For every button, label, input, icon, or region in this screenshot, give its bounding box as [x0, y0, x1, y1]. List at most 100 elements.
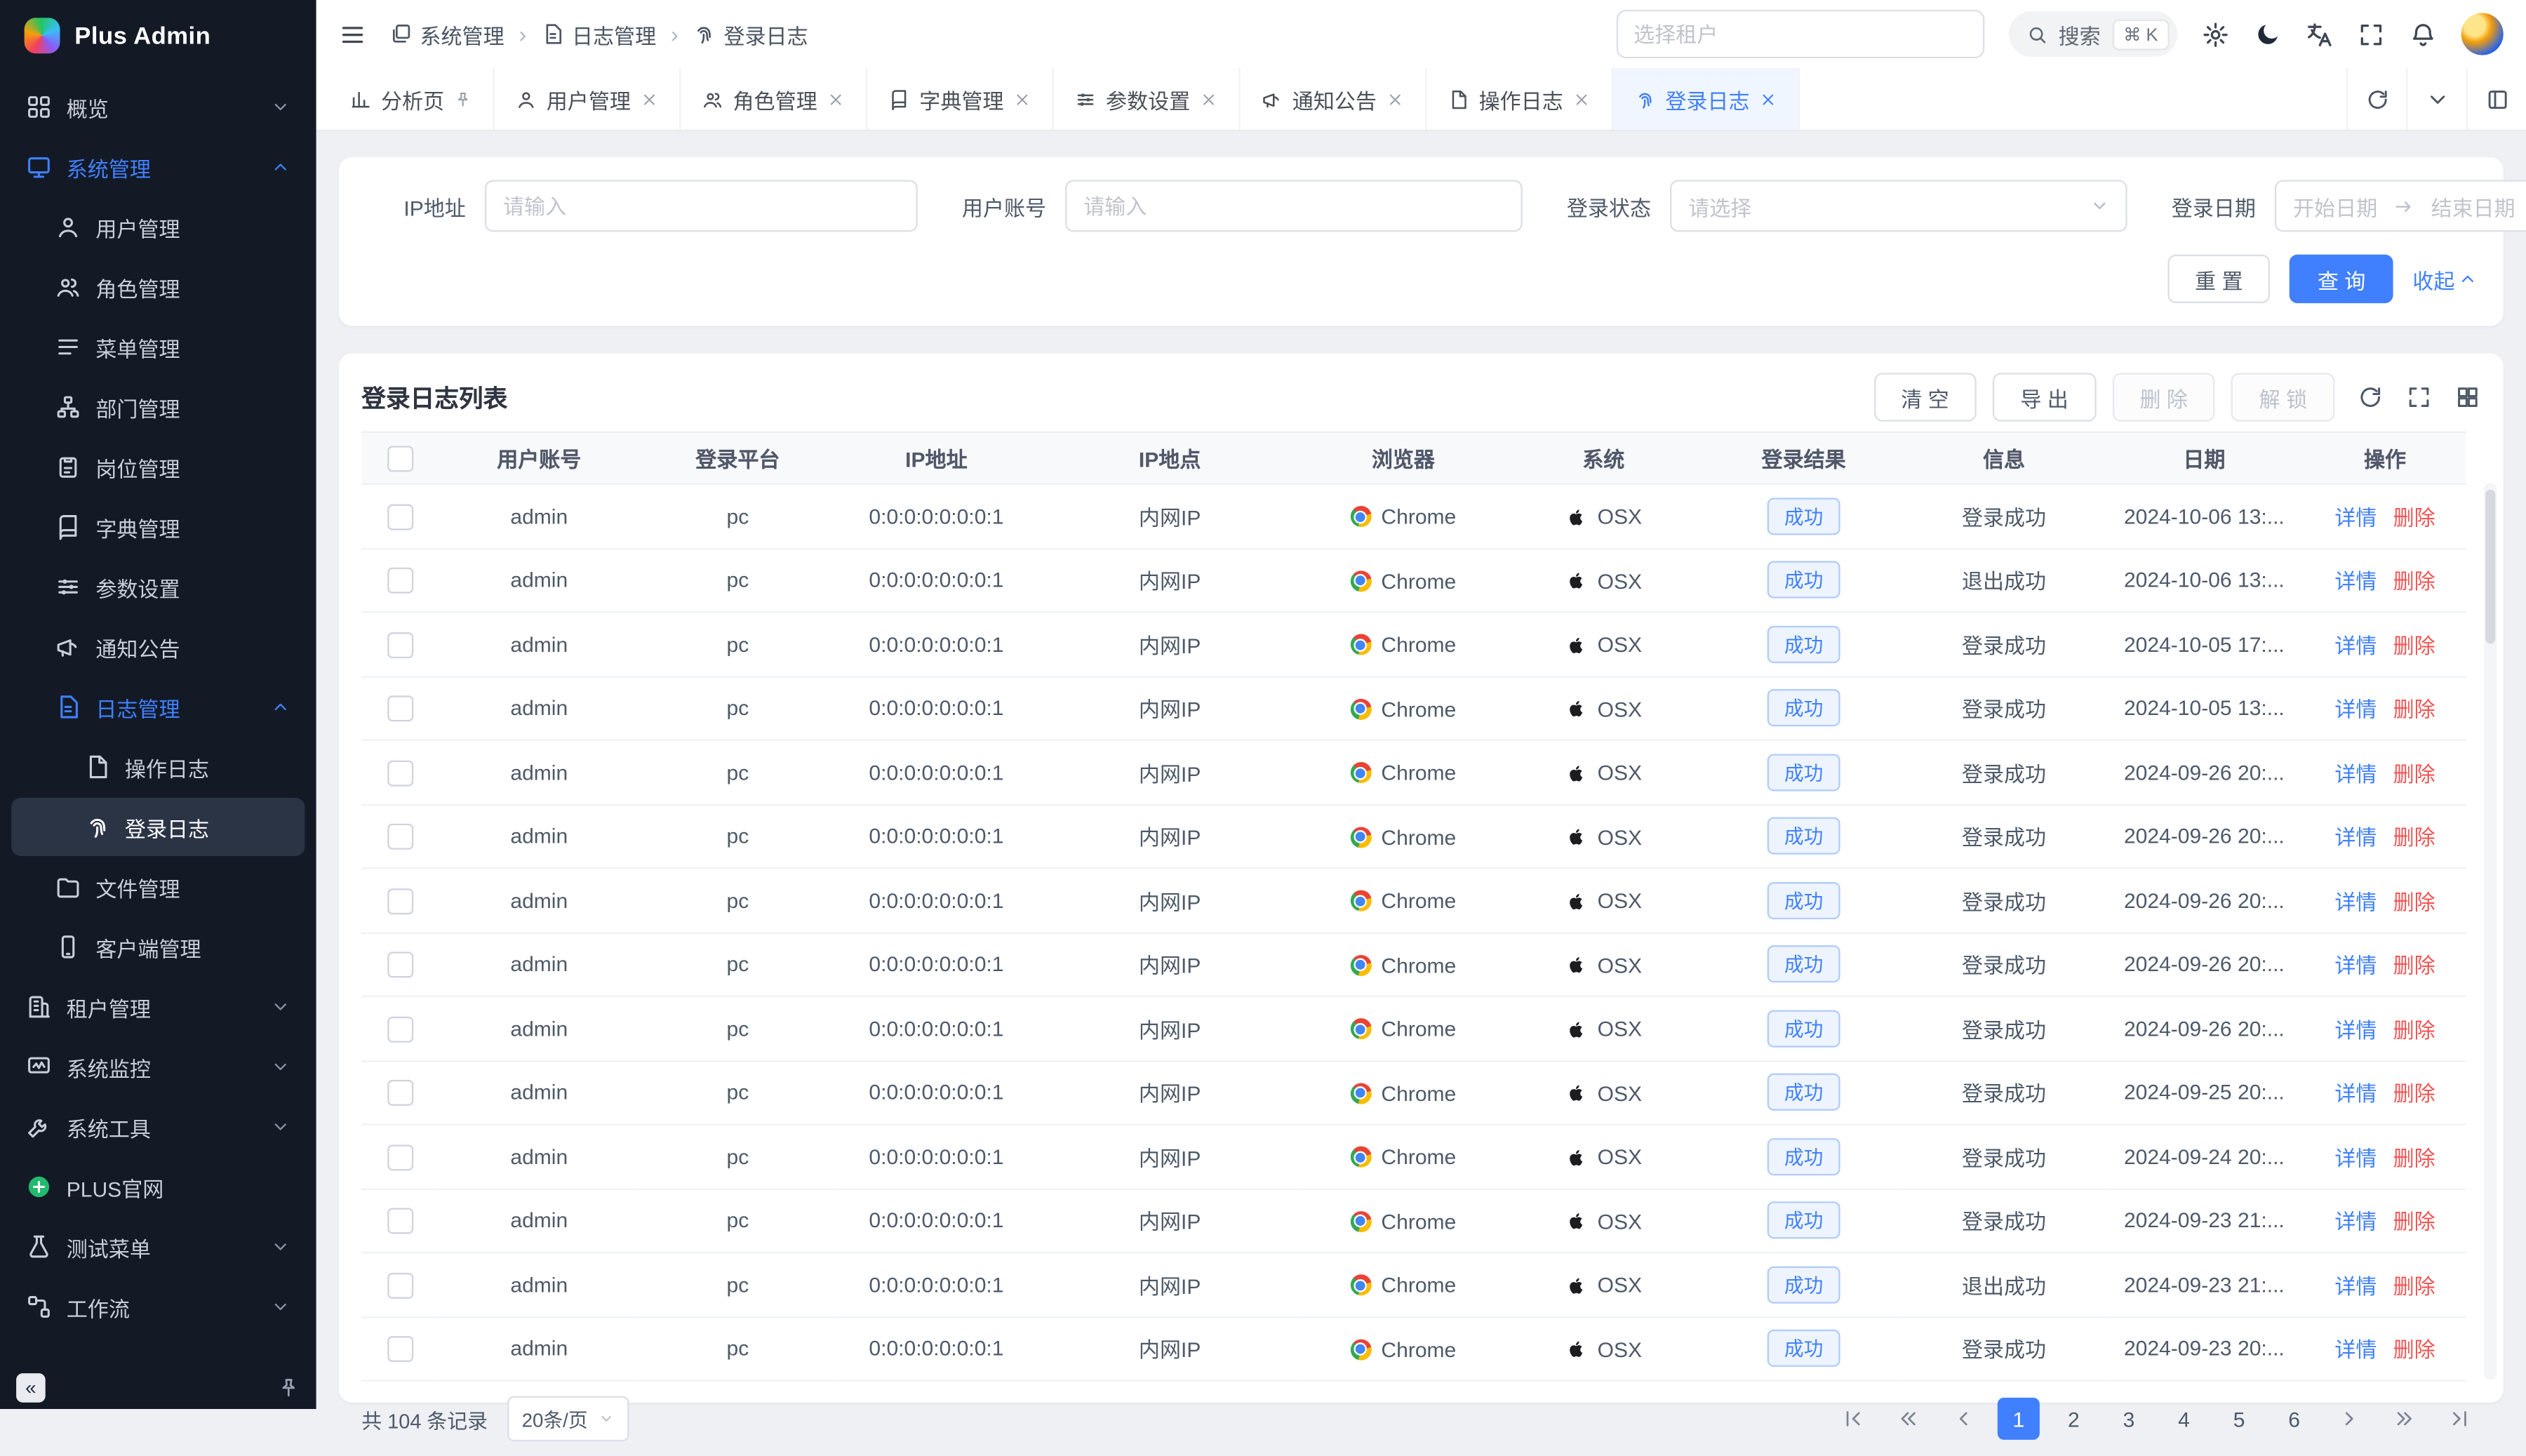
row-checkbox[interactable]: [387, 1208, 413, 1234]
collapse-filter-link[interactable]: 收起: [2412, 263, 2477, 294]
sidebar-item[interactable]: 日志管理: [11, 678, 305, 736]
sidebar-collapse-button[interactable]: «: [16, 1373, 46, 1403]
tab-close-icon[interactable]: [641, 90, 658, 107]
delete-link[interactable]: 删除: [2393, 565, 2435, 596]
delete-link[interactable]: 删除: [2393, 1077, 2435, 1108]
detail-link[interactable]: 详情: [2334, 500, 2377, 531]
row-checkbox[interactable]: [387, 632, 413, 657]
sidebar-item[interactable]: 客户端管理: [11, 918, 305, 976]
row-checkbox[interactable]: [387, 951, 413, 977]
pin-icon[interactable]: [277, 1377, 300, 1399]
sidebar-item[interactable]: 系统监控: [11, 1038, 305, 1096]
fullscreen-icon[interactable]: [2358, 20, 2385, 48]
sidebar-item[interactable]: 系统管理: [11, 138, 305, 196]
tab[interactable]: 字典管理: [867, 68, 1054, 130]
page-number-button[interactable]: 3: [2108, 1398, 2150, 1440]
ip-input[interactable]: [486, 180, 918, 232]
prev-page-button[interactable]: [1942, 1398, 1984, 1440]
detail-link[interactable]: 详情: [2334, 693, 2377, 723]
detail-link[interactable]: 详情: [2334, 885, 2377, 916]
row-checkbox[interactable]: [387, 888, 413, 914]
avatar[interactable]: [2461, 13, 2504, 55]
tab[interactable]: 登录日志: [1613, 68, 1800, 130]
row-checkbox[interactable]: [387, 760, 413, 786]
refresh-icon[interactable]: [2358, 385, 2384, 410]
delete-link[interactable]: 删除: [2393, 1333, 2435, 1364]
sidebar-item[interactable]: 字典管理: [11, 497, 305, 556]
tab-close-icon[interactable]: [1013, 90, 1031, 107]
sidebar-item[interactable]: 用户管理: [11, 198, 305, 256]
table-fullscreen-icon[interactable]: [2406, 385, 2432, 410]
row-checkbox[interactable]: [387, 695, 413, 721]
row-checkbox[interactable]: [387, 1272, 413, 1298]
tab[interactable]: 分析页: [329, 68, 495, 130]
tab[interactable]: 操作日志: [1427, 68, 1614, 130]
moon-icon[interactable]: [2254, 20, 2281, 48]
delete-button[interactable]: 删 除: [2112, 373, 2215, 421]
sidebar-item[interactable]: 通知公告: [11, 617, 305, 676]
tab[interactable]: 角色管理: [681, 68, 868, 130]
sidebar-item[interactable]: 文件管理: [11, 857, 305, 916]
sidebar-item[interactable]: 操作日志: [11, 737, 305, 796]
hamburger-icon[interactable]: [339, 20, 366, 48]
sidebar-item[interactable]: 登录日志: [11, 798, 305, 856]
page-number-button[interactable]: 1: [1998, 1398, 2040, 1440]
translate-icon[interactable]: [2306, 20, 2333, 48]
next-5-pages-button[interactable]: [2384, 1398, 2426, 1440]
row-checkbox[interactable]: [387, 1080, 413, 1106]
delete-link[interactable]: 删除: [2393, 1141, 2435, 1172]
row-checkbox[interactable]: [387, 1336, 413, 1362]
bell-icon[interactable]: [2410, 20, 2437, 48]
scrollbar-thumb[interactable]: [2485, 490, 2495, 644]
delete-link[interactable]: 删除: [2393, 949, 2435, 980]
gear-icon[interactable]: [2202, 20, 2229, 48]
row-checkbox[interactable]: [387, 1016, 413, 1042]
sidebar-item[interactable]: 菜单管理: [11, 318, 305, 376]
page-number-button[interactable]: 6: [2273, 1398, 2316, 1440]
page-size-select[interactable]: 20条/页: [507, 1396, 629, 1442]
tab-close-icon[interactable]: [1573, 90, 1591, 107]
sidebar-item[interactable]: PLUS官网: [11, 1158, 305, 1216]
unlock-button[interactable]: 解 锁: [2231, 373, 2334, 421]
query-button[interactable]: 查 询: [2290, 255, 2393, 303]
column-settings-icon[interactable]: [2454, 385, 2480, 410]
next-page-button[interactable]: [2328, 1398, 2370, 1440]
detail-link[interactable]: 详情: [2334, 1013, 2377, 1044]
delete-link[interactable]: 删除: [2393, 500, 2435, 531]
tab[interactable]: 通知公告: [1241, 68, 1427, 130]
tab-close-icon[interactable]: [827, 90, 845, 107]
sidebar-item[interactable]: 测试菜单: [11, 1217, 305, 1276]
detail-link[interactable]: 详情: [2334, 949, 2377, 980]
tab[interactable]: 参数设置: [1054, 68, 1241, 130]
date-range-picker[interactable]: 开始日期 结束日期: [2276, 180, 2526, 232]
detail-link[interactable]: 详情: [2334, 1269, 2377, 1300]
sidebar-item[interactable]: 系统工具: [11, 1097, 305, 1156]
page-number-button[interactable]: 4: [2163, 1398, 2205, 1440]
prev-5-pages-button[interactable]: [1887, 1398, 1930, 1440]
breadcrumb-item[interactable]: 系统管理: [389, 19, 504, 50]
page-number-button[interactable]: 5: [2218, 1398, 2260, 1440]
tab-close-icon[interactable]: [1759, 90, 1777, 107]
row-checkbox[interactable]: [387, 504, 413, 530]
detail-link[interactable]: 详情: [2334, 629, 2377, 660]
detail-link[interactable]: 详情: [2334, 1077, 2377, 1108]
delete-link[interactable]: 删除: [2393, 1205, 2435, 1236]
sidebar-item[interactable]: 参数设置: [11, 558, 305, 616]
delete-link[interactable]: 删除: [2393, 757, 2435, 788]
delete-link[interactable]: 删除: [2393, 629, 2435, 660]
detail-link[interactable]: 详情: [2334, 565, 2377, 596]
detail-link[interactable]: 详情: [2334, 1333, 2377, 1364]
status-select[interactable]: 请选择: [1671, 180, 2128, 232]
row-checkbox[interactable]: [387, 1144, 413, 1170]
tenant-select[interactable]: [1616, 10, 1984, 58]
sidebar-item[interactable]: 岗位管理: [11, 438, 305, 496]
row-checkbox[interactable]: [387, 568, 413, 594]
detail-link[interactable]: 详情: [2334, 821, 2377, 852]
search-input[interactable]: 搜索 ⌘ K: [2008, 11, 2177, 57]
tabs-layout-button[interactable]: [2466, 68, 2526, 130]
pin-icon[interactable]: [454, 90, 472, 107]
breadcrumb-item[interactable]: 登录日志: [693, 19, 808, 50]
export-button[interactable]: 导 出: [1993, 373, 2096, 421]
delete-link[interactable]: 删除: [2393, 821, 2435, 852]
last-page-button[interactable]: [2438, 1398, 2480, 1440]
